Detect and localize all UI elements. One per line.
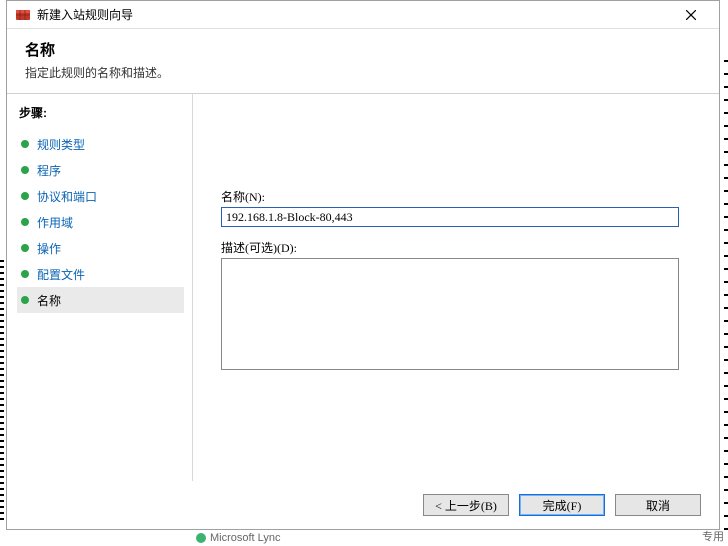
bullet-icon — [21, 192, 29, 200]
bullet-icon — [21, 140, 29, 148]
step-label: 程序 — [37, 162, 61, 179]
steps-heading: 步骤: — [17, 104, 192, 121]
wizard-window: 新建入站规则向导 名称 指定此规则的名称和描述。 步骤: 规则类型 程序 协 — [6, 0, 720, 530]
cancel-button[interactable]: 取消 — [615, 494, 701, 516]
step-label: 规则类型 — [37, 136, 85, 153]
name-input[interactable] — [221, 207, 679, 227]
description-textarea[interactable] — [221, 258, 679, 370]
wizard-header: 名称 指定此规则的名称和描述。 — [7, 29, 719, 94]
background-right-text: 专用 — [702, 528, 724, 544]
step-label: 配置文件 — [37, 266, 85, 283]
page-subtitle: 指定此规则的名称和描述。 — [25, 64, 701, 81]
step-rule-type[interactable]: 规则类型 — [17, 131, 192, 157]
bullet-icon — [21, 244, 29, 252]
step-label: 作用域 — [37, 214, 73, 231]
step-label: 协议和端口 — [37, 188, 97, 205]
close-icon — [686, 10, 696, 20]
bullet-icon — [21, 296, 29, 304]
step-label: 名称 — [37, 292, 61, 309]
step-label: 操作 — [37, 240, 61, 257]
window-title: 新建入站规则向导 — [37, 6, 671, 23]
bullet-icon — [21, 218, 29, 226]
step-program[interactable]: 程序 — [17, 157, 192, 183]
wizard-body: 步骤: 规则类型 程序 协议和端口 作用域 操作 — [7, 94, 719, 481]
main-panel: 名称(N): 描述(可选)(D): — [193, 94, 719, 481]
background-list-item: Microsoft Lync — [196, 532, 281, 544]
step-action[interactable]: 操作 — [17, 235, 192, 261]
background-item-label: Microsoft Lync — [210, 532, 281, 544]
name-label: 名称(N): — [221, 188, 679, 205]
step-profile[interactable]: 配置文件 — [17, 261, 192, 287]
check-icon — [196, 533, 206, 543]
background-decoration — [0, 260, 4, 520]
description-label: 描述(可选)(D): — [221, 239, 679, 256]
back-button[interactable]: < 上一步(B) — [423, 494, 509, 516]
steps-sidebar: 步骤: 规则类型 程序 协议和端口 作用域 操作 — [7, 94, 193, 481]
titlebar: 新建入站规则向导 — [7, 1, 719, 29]
page-title: 名称 — [25, 39, 701, 60]
step-protocol-port[interactable]: 协议和端口 — [17, 183, 192, 209]
bullet-icon — [21, 270, 29, 278]
firewall-icon — [15, 7, 31, 23]
wizard-footer: < 上一步(B) 完成(F) 取消 — [7, 481, 719, 529]
background-decoration — [724, 60, 728, 540]
finish-button[interactable]: 完成(F) — [519, 494, 605, 516]
close-button[interactable] — [671, 1, 711, 28]
step-scope[interactable]: 作用域 — [17, 209, 192, 235]
step-name[interactable]: 名称 — [17, 287, 184, 313]
bullet-icon — [21, 166, 29, 174]
